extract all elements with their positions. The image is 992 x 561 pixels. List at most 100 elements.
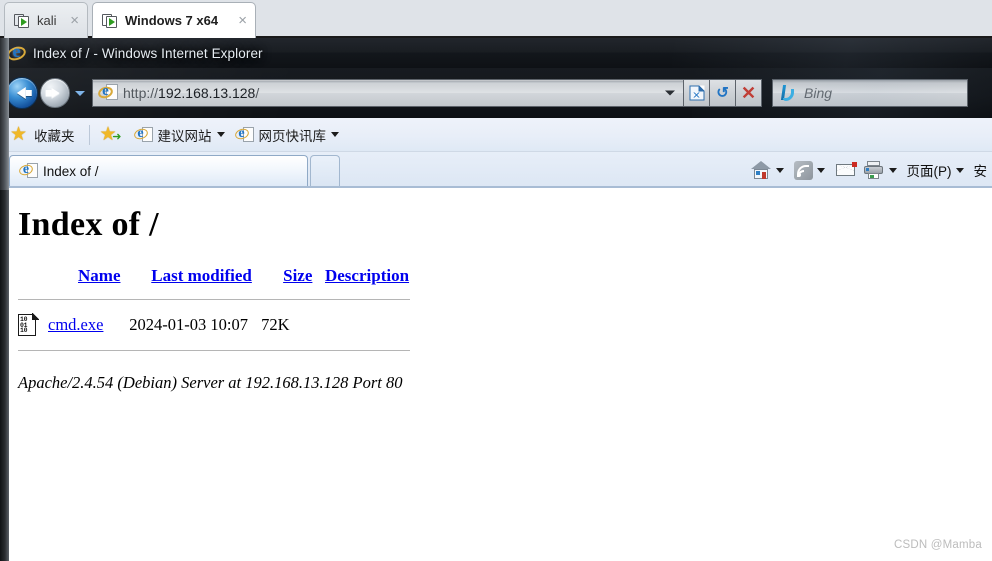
watermark: CSDN @Mamba [893,539,982,551]
directory-listing-table: Name Last modified Size Description 10 0… [18,266,418,361]
command-bar: 页面(P) 安 [747,152,992,188]
footer-rule-row [18,340,418,361]
sort-by-last-modified-link[interactable]: Last modified [151,266,252,285]
column-name: Name [48,266,129,289]
internet-explorer-icon: e [132,126,153,144]
page-menu-button[interactable]: 页面(P) [904,152,971,188]
file-link-cmd-exe[interactable]: cmd.exe [48,315,103,334]
compatibility-view-button[interactable] [684,79,710,107]
feeds-button[interactable] [791,152,832,188]
safety-menu-label: 安 [973,164,988,179]
close-icon[interactable]: × [61,13,79,28]
refresh-icon: ↺ [716,84,729,102]
window-title-bar: e Index of / - Windows Internet Explorer [0,38,992,68]
chevron-down-icon[interactable] [75,90,85,96]
vm-play-icon [14,13,30,28]
internet-explorer-icon: e [233,126,254,144]
arrow-left-icon [16,87,32,99]
server-signature: Apache/2.4.54 (Debian) Server at 192.168… [18,373,403,393]
vm-tab-strip: kali × Windows 7 x64 × [0,0,992,38]
chevron-down-icon[interactable] [775,167,784,173]
sort-by-description-link[interactable]: Description [325,266,409,285]
column-icon [18,266,48,289]
file-description-cell [321,310,418,340]
address-path: / [255,85,260,101]
file-size-cell: 72K [261,315,290,335]
column-last-modified: Last modified [129,266,261,289]
chevron-down-icon[interactable] [816,167,825,173]
chevron-down-icon[interactable] [955,167,964,173]
forward-button[interactable] [40,78,70,108]
page-content: Index of / Name Last modified Size Descr… [0,188,992,559]
rss-icon [793,160,813,180]
safety-menu-button[interactable]: 安 [971,152,991,188]
internet-explorer-window: e Index of / - Windows Internet Explorer… [0,38,992,561]
arrow-right-icon [45,88,60,98]
home-icon [750,160,772,180]
window-title: Index of / - Windows Internet Explorer [33,45,263,61]
compatibility-view-icon [689,85,704,101]
file-name-cell: cmd.exe [48,310,129,340]
vm-play-icon [102,13,118,28]
sort-by-name-link[interactable]: Name [78,266,120,285]
bing-icon [779,84,797,102]
search-input[interactable]: Bing [804,85,832,101]
internet-explorer-icon: e [5,41,28,63]
mail-icon [835,160,857,180]
header-rule-row [18,289,418,310]
page-globe-icon: e [96,83,118,103]
internet-explorer-icon: e [17,162,38,180]
mail-button[interactable] [832,152,860,188]
divider [88,124,90,145]
star-add-icon: ★ [100,125,122,146]
tab-index-of[interactable]: e Index of / [9,155,308,186]
printer-icon [863,160,885,180]
chevron-down-icon[interactable] [331,132,339,137]
chevron-down-icon[interactable] [888,167,897,173]
divider [18,289,418,310]
tab-label: Index of / [43,163,99,179]
favorite-web-slice-gallery[interactable]: e 网页快讯库 [233,125,339,145]
navigation-bar: e http://192.168.13.128/ ↺ ✕ Bing [0,68,992,118]
table-row: 10 01 10 cmd.exe 2024-01-03 10:07 72K [18,310,418,340]
favorite-label: 建议网站 [157,128,212,144]
address-input[interactable]: http://192.168.13.128/ [123,85,259,101]
stop-button[interactable]: ✕ [736,79,762,107]
address-host: 192.168.13.128 [158,85,256,101]
back-button[interactable] [6,77,38,109]
favorite-label: 网页快讯库 [258,128,327,144]
address-bar[interactable]: e http://192.168.13.128/ [92,79,684,107]
vm-tab-label: kali [37,13,57,28]
star-icon: ★ [10,123,28,145]
vm-window-edge-lower [0,190,9,561]
home-button[interactable] [747,152,791,188]
favorites-button[interactable]: ★ 收藏夹 [10,125,75,145]
vm-tab-windows-7-x64[interactable]: Windows 7 x64 × [92,2,256,38]
vm-tab-kali[interactable]: kali × [4,2,88,38]
screen: kali × Windows 7 x64 × e Index of / - Wi… [0,0,992,561]
file-icon-cell: 10 01 10 [18,310,48,340]
vm-tab-label: Windows 7 x64 [125,13,219,28]
new-tab-button[interactable] [310,155,340,186]
refresh-button[interactable]: ↺ [710,79,736,107]
page-title: Index of / [18,206,159,243]
page-menu-label: 页面(P) [906,164,952,179]
close-icon: ✕ [740,83,757,103]
divider [18,340,418,361]
add-to-favorites-bar-button[interactable]: ★ [100,125,124,146]
search-box[interactable]: Bing [772,79,968,107]
print-button[interactable] [860,152,904,188]
file-last-modified-cell: 2024-01-03 10:07 [129,315,248,335]
sort-by-size-link[interactable]: Size [283,266,312,285]
tab-bar: e Index of / 页面(P) 安 [0,152,992,188]
chevron-down-icon[interactable] [665,90,675,96]
favorites-bar: ★ 收藏夹 ★ e 建议网站 e 网页快讯库 [0,118,992,152]
column-description: Description [321,266,418,289]
close-icon[interactable]: × [229,13,247,28]
table-header-row: Name Last modified Size Description [18,266,418,289]
address-scheme: http:// [123,85,159,101]
chevron-down-icon[interactable] [216,132,225,137]
binary-file-icon: 10 01 10 [18,313,39,337]
favorite-suggested-sites[interactable]: e 建议网站 [132,125,225,145]
favorites-label: 收藏夹 [34,128,75,144]
